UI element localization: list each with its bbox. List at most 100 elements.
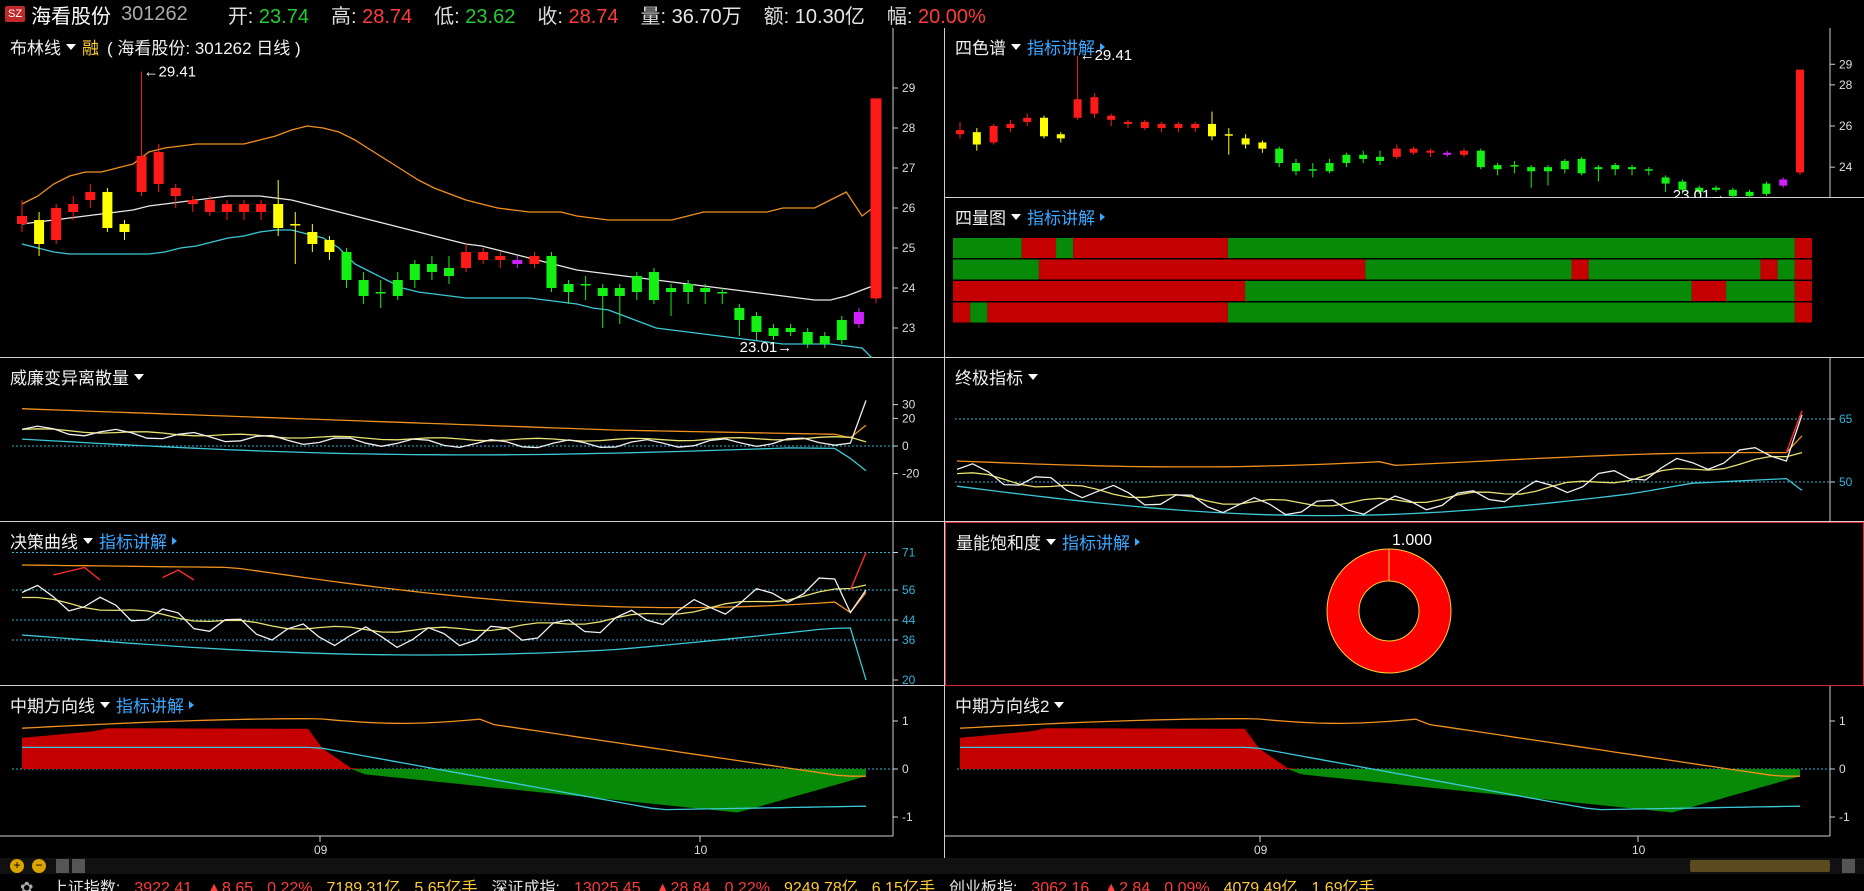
dropdown-caret-icon[interactable] xyxy=(1011,213,1021,220)
candle-body xyxy=(204,200,215,212)
zhongqi2-chart[interactable]: 10-109 10 xyxy=(945,686,1864,858)
index-quote-item: ▲2.84 xyxy=(1103,880,1151,891)
zhongqi1-indicator-name[interactable]: 中期方向线 xyxy=(10,692,95,717)
index-quote-item: ▲28.84 xyxy=(654,880,711,891)
scroll-left-button[interactable] xyxy=(56,859,69,873)
candle-body xyxy=(239,204,250,212)
zhongqi2-title-bar: 中期方向线2 xyxy=(955,692,1070,717)
candle-body xyxy=(1493,165,1502,170)
index-quote-item: 9249.78亿 xyxy=(783,880,858,891)
candle-body xyxy=(17,216,27,224)
candle-body xyxy=(683,284,694,292)
boll-indicator-name[interactable]: 布林线 xyxy=(10,34,61,59)
candle-body xyxy=(324,240,335,252)
zhongji-indicator-name[interactable]: 终极指标 xyxy=(955,364,1023,389)
y-tick-label: 20 xyxy=(902,673,916,686)
dropdown-caret-icon[interactable] xyxy=(100,701,110,708)
dropdown-caret-icon[interactable] xyxy=(1011,43,1021,50)
sisepu-pane[interactable]: 29 28 26 24 ←29.41 23.01→ 四色谱 指标讲解 xyxy=(945,28,1864,198)
candle-body xyxy=(1611,165,1620,170)
volume-quadrant-segment xyxy=(1691,281,1727,301)
dropdown-caret-icon[interactable] xyxy=(1046,538,1056,545)
stock-code: 301262 xyxy=(121,2,188,25)
candle-body xyxy=(597,288,608,296)
sixiangtu-pane[interactable]: 四量图 指标讲解 xyxy=(945,198,1864,358)
candle-body xyxy=(358,280,369,296)
zhongji-pane[interactable]: 65 50 终极指标 xyxy=(945,358,1864,522)
chart-area: 29 28 27 26 25 24 23 ←29.41 23.01→ 布林线 融 ( 海看股份:… xyxy=(0,28,1864,858)
juece-pane[interactable]: 71 56 44 36 20 决策曲线 指标讲解 xyxy=(0,522,945,686)
y-tick-label: 0 xyxy=(902,762,909,776)
candle-body xyxy=(307,232,318,244)
sisepu-indicator-name[interactable]: 四色谱 xyxy=(955,34,1006,59)
indicator-help-link[interactable]: 指标讲解 xyxy=(116,692,184,717)
candle-body xyxy=(1510,165,1519,167)
settings-gear-icon[interactable]: ✿ xyxy=(20,880,33,891)
indicator-help-link[interactable]: 指标讲解 xyxy=(99,528,167,553)
y-tick-label: 30 xyxy=(902,398,916,412)
candle-body xyxy=(221,204,232,212)
y-tick-label: 50 xyxy=(1839,475,1853,489)
volume-quadrant-segment xyxy=(953,259,1039,280)
index-quote-item: 3922.41 xyxy=(134,880,193,891)
boll-pane[interactable]: 29 28 27 26 25 24 23 ←29.41 23.01→ 布林线 融 ( 海看股份:… xyxy=(0,28,945,358)
liangneng-indicator-name[interactable]: 量能饱和度 xyxy=(956,529,1041,554)
quote-value: 10.30亿 xyxy=(789,5,865,28)
candle-body xyxy=(853,312,864,324)
indicator-help-link[interactable]: 指标讲解 xyxy=(1062,529,1130,554)
williams-indicator-name[interactable]: 威廉变异离散量 xyxy=(10,364,129,389)
zoom-out-button[interactable]: − xyxy=(32,859,46,873)
index-quote-item: 深证成指: xyxy=(491,880,560,891)
candle-body xyxy=(1023,117,1032,122)
zhongqi2-indicator-name[interactable]: 中期方向线2 xyxy=(955,692,1049,717)
indicator-help-link[interactable]: 指标讲解 xyxy=(1027,204,1095,229)
y-tick-label: 23 xyxy=(902,321,916,335)
quote-label: 高: xyxy=(330,5,357,28)
candle-body xyxy=(375,292,386,294)
candle-body xyxy=(700,288,711,292)
candle-body xyxy=(85,192,96,200)
dropdown-caret-icon[interactable] xyxy=(66,43,76,50)
y-tick-label: 26 xyxy=(902,201,916,215)
candle-body xyxy=(1527,167,1536,172)
zhongji-chart[interactable]: 65 50 xyxy=(945,358,1864,522)
scroll-right-button[interactable] xyxy=(1842,859,1855,873)
y-tick-label: 0 xyxy=(1839,762,1846,776)
liangneng-pane[interactable]: 1.000 量能饱和度 指标讲解 xyxy=(945,522,1864,686)
quote-label: 幅: xyxy=(886,5,913,28)
time-axis-label: 09 xyxy=(1254,843,1268,857)
quote-field: 额: 10.30亿 xyxy=(764,6,865,28)
y-tick-label: 24 xyxy=(902,281,916,295)
stock-name[interactable]: 海看股份 xyxy=(31,0,111,29)
dropdown-caret-icon[interactable] xyxy=(134,373,144,380)
index-quote-item: 4079.49亿 xyxy=(1223,880,1298,891)
zoom-in-button[interactable]: + xyxy=(10,859,24,873)
candle-body xyxy=(666,288,677,292)
decision-line-cyan xyxy=(21,627,867,681)
dropdown-caret-icon[interactable] xyxy=(83,537,93,544)
candle-body xyxy=(1762,183,1771,194)
sixiangtu-indicator-name[interactable]: 四量图 xyxy=(955,204,1006,229)
dropdown-caret-icon[interactable] xyxy=(1028,373,1038,380)
zhongqi2-pane[interactable]: 1 0 -1 09 10 中期方向线2 xyxy=(945,686,1864,858)
boll-chart[interactable]: 29 28 27 26 25 24 23 ←29.41 23.01→ xyxy=(0,28,945,358)
horizontal-scrollbar-thumb[interactable] xyxy=(1690,860,1830,872)
candle-body xyxy=(426,264,437,272)
low-price-label: 23.01→ xyxy=(740,339,793,356)
candle-body xyxy=(1426,150,1435,153)
indicator-help-link[interactable]: 指标讲解 xyxy=(1027,34,1095,59)
y-tick-label: 44 xyxy=(902,613,916,627)
candle-body xyxy=(802,332,813,344)
candle-body xyxy=(1073,99,1082,118)
candle-body xyxy=(273,204,284,228)
dropdown-caret-icon[interactable] xyxy=(1054,701,1065,708)
quote-value: 23.74 xyxy=(253,5,309,28)
y-tick-label: 56 xyxy=(902,583,916,597)
volume-quadrant-segment xyxy=(1365,259,1572,280)
direction-area-positive xyxy=(22,728,866,769)
zhongqi1-pane[interactable]: 1 0 -1 09 10 中期方向线 指标讲解 xyxy=(0,686,945,858)
scroll-left-page-button[interactable] xyxy=(72,859,85,873)
candle-body xyxy=(409,264,420,280)
juece-indicator-name[interactable]: 决策曲线 xyxy=(10,528,78,553)
williams-pane[interactable]: 30 20 0 -20 威廉变异离散量 xyxy=(0,358,945,522)
